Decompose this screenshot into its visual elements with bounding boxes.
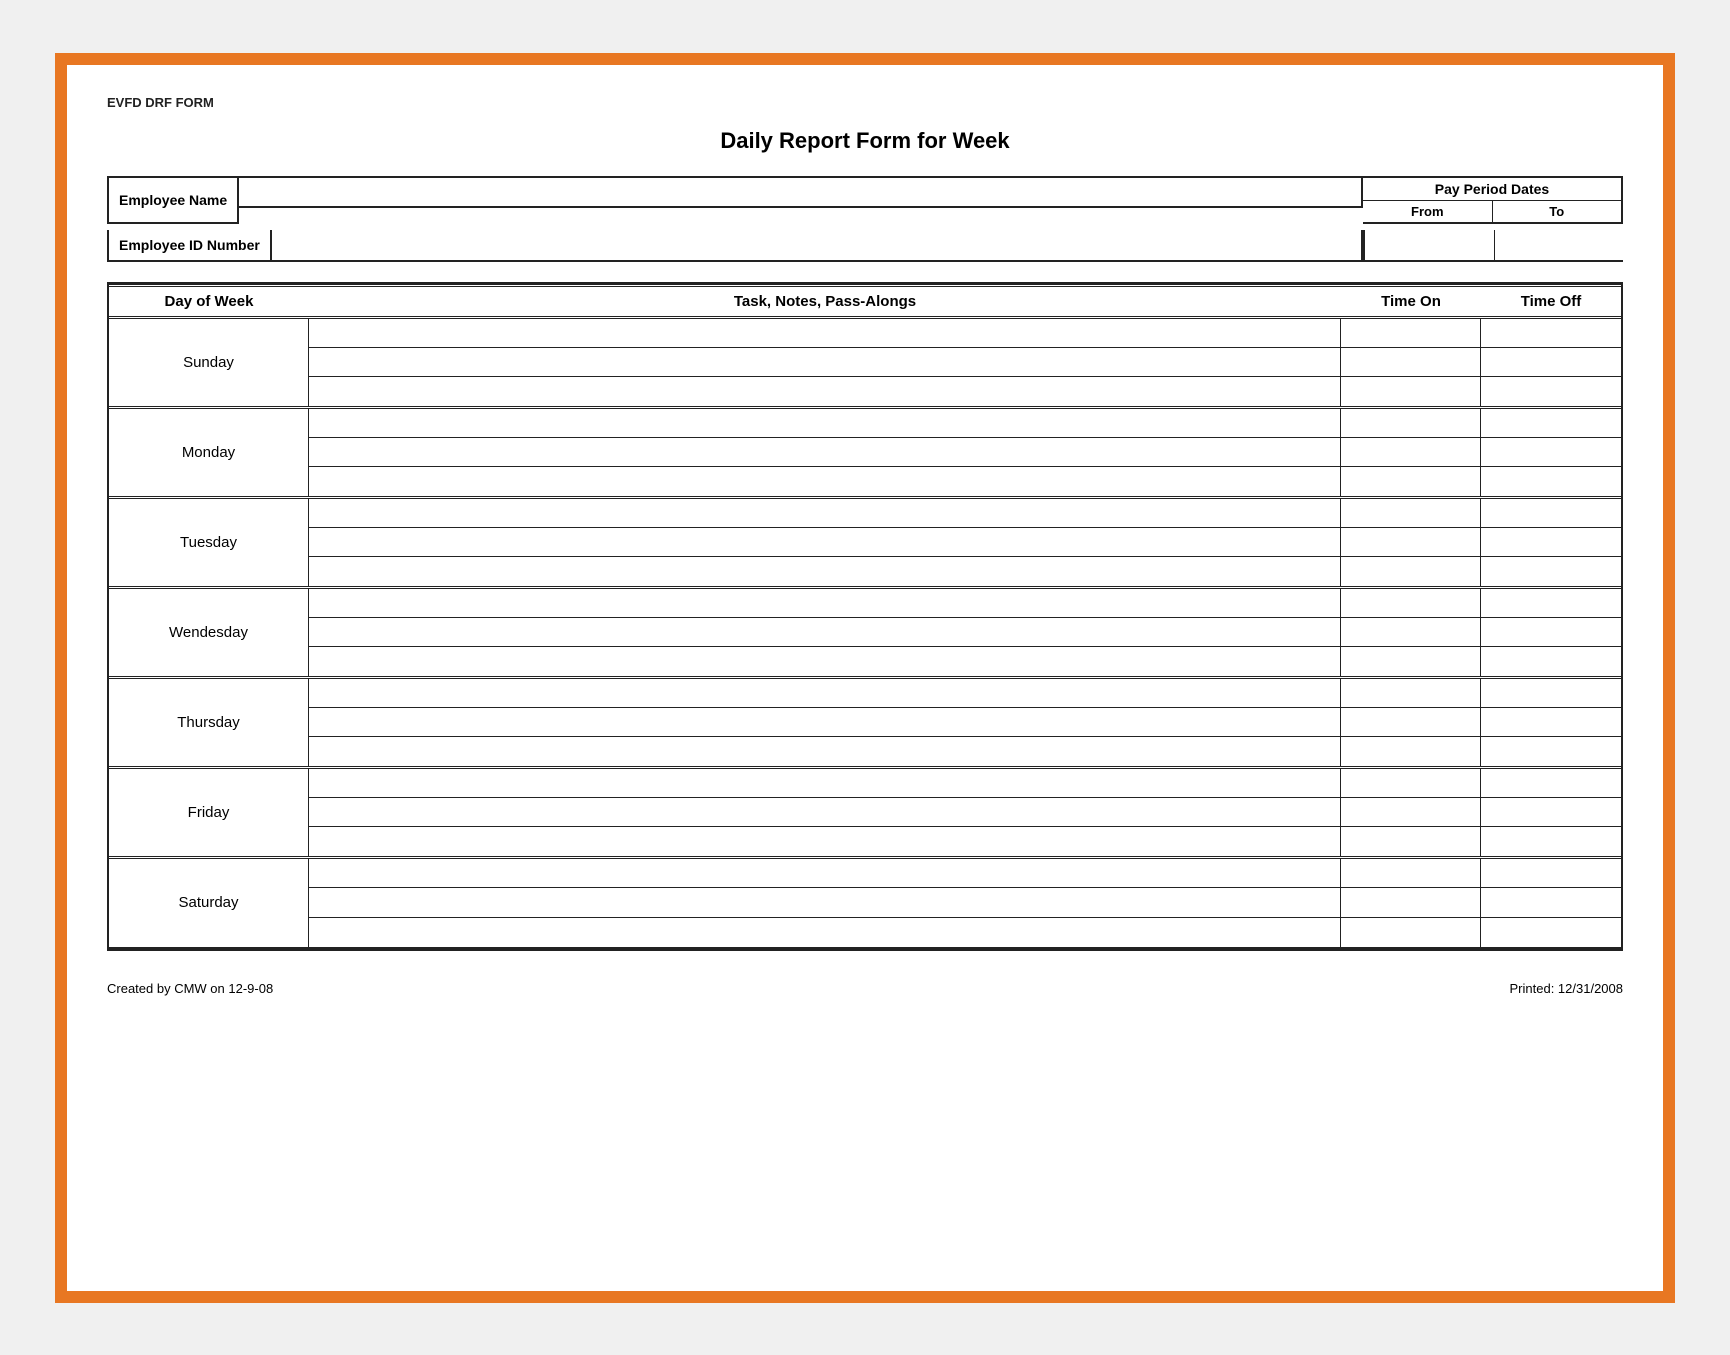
time-off-monday bbox=[1481, 409, 1621, 496]
day-friday: Friday bbox=[109, 769, 309, 856]
time-on-sunday bbox=[1341, 319, 1481, 406]
table-row: Friday bbox=[109, 769, 1621, 859]
time-off-sunday bbox=[1481, 319, 1621, 406]
time-off-thursday bbox=[1481, 679, 1621, 766]
pay-period-title: Pay Period Dates bbox=[1363, 178, 1621, 201]
footer-left: Created by CMW on 12-9-08 bbox=[107, 981, 273, 996]
time-off-tuesday bbox=[1481, 499, 1621, 586]
tasks-saturday[interactable] bbox=[309, 859, 1341, 947]
table-row: Monday bbox=[109, 409, 1621, 499]
tasks-wednesday[interactable] bbox=[309, 589, 1341, 676]
day-rows-table: Sunday Monday bbox=[107, 319, 1623, 951]
footer: Created by CMW on 12-9-08 Printed: 12/31… bbox=[107, 981, 1623, 996]
col-header-day: Day of Week bbox=[109, 293, 309, 310]
table-row: Thursday bbox=[109, 679, 1621, 769]
pay-period-to-label: To bbox=[1493, 201, 1622, 222]
pay-period-from-input[interactable] bbox=[1363, 230, 1494, 262]
table-row: Wendesday bbox=[109, 589, 1621, 679]
tasks-friday[interactable] bbox=[309, 769, 1341, 856]
table-row: Saturday bbox=[109, 859, 1621, 949]
employee-name-label: Employee Name bbox=[107, 176, 239, 224]
time-on-tuesday bbox=[1341, 499, 1481, 586]
pay-period-inputs bbox=[1363, 230, 1623, 262]
form-container: EVFD DRF FORM Daily Report Form for Week… bbox=[55, 53, 1675, 1303]
header-row1: Employee Name Pay Period Dates From To bbox=[107, 176, 1623, 224]
day-saturday: Saturday bbox=[109, 859, 309, 947]
time-off-saturday bbox=[1481, 859, 1621, 947]
header-row2: Employee ID Number bbox=[107, 230, 1623, 262]
col-headers-wrapper: Day of Week Task, Notes, Pass-Alongs Tim… bbox=[107, 282, 1623, 319]
col-header-time-on: Time On bbox=[1341, 293, 1481, 310]
form-header-label: EVFD DRF FORM bbox=[107, 95, 1623, 110]
day-tuesday: Tuesday bbox=[109, 499, 309, 586]
col-header-tasks: Task, Notes, Pass-Alongs bbox=[309, 293, 1341, 310]
day-sunday: Sunday bbox=[109, 319, 309, 406]
employee-id-label: Employee ID Number bbox=[107, 230, 272, 262]
employee-name-input[interactable] bbox=[239, 176, 1363, 208]
tasks-sunday[interactable] bbox=[309, 319, 1341, 406]
day-monday: Monday bbox=[109, 409, 309, 496]
day-thursday: Thursday bbox=[109, 679, 309, 766]
time-on-friday bbox=[1341, 769, 1481, 856]
form-title: Daily Report Form for Week bbox=[107, 128, 1623, 154]
tasks-tuesday[interactable] bbox=[309, 499, 1341, 586]
tasks-thursday[interactable] bbox=[309, 679, 1341, 766]
table-row: Sunday bbox=[109, 319, 1621, 409]
time-on-thursday bbox=[1341, 679, 1481, 766]
time-off-friday bbox=[1481, 769, 1621, 856]
pay-period-cols: From To bbox=[1363, 201, 1621, 222]
time-on-monday bbox=[1341, 409, 1481, 496]
time-off-wednesday bbox=[1481, 589, 1621, 676]
col-header-time-off: Time Off bbox=[1481, 293, 1621, 310]
pay-period-to-input[interactable] bbox=[1494, 230, 1624, 262]
col-headers: Day of Week Task, Notes, Pass-Alongs Tim… bbox=[109, 284, 1621, 319]
employee-id-input[interactable] bbox=[272, 230, 1363, 262]
day-wednesday: Wendesday bbox=[109, 589, 309, 676]
tasks-monday[interactable] bbox=[309, 409, 1341, 496]
pay-period-from-label: From bbox=[1363, 201, 1493, 222]
time-on-wednesday bbox=[1341, 589, 1481, 676]
time-on-saturday bbox=[1341, 859, 1481, 947]
table-row: Tuesday bbox=[109, 499, 1621, 589]
pay-period-box: Pay Period Dates From To bbox=[1363, 176, 1623, 224]
footer-right: Printed: 12/31/2008 bbox=[1510, 981, 1623, 996]
